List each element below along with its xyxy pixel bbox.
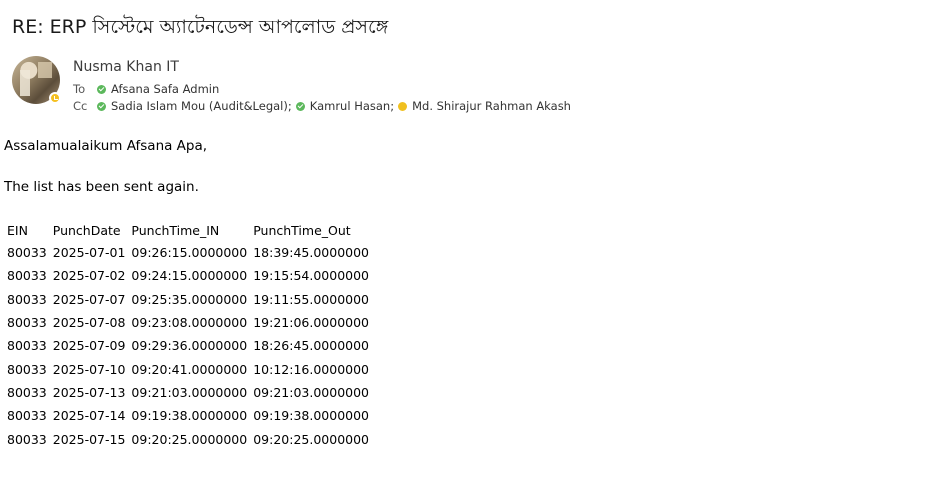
- table-cell: 09:24:15.0000000: [131, 268, 248, 284]
- table-cell: 80033: [7, 291, 47, 307]
- table-cell: 80033: [7, 268, 47, 284]
- cc-line: Cc Sadia Islam Mou (Audit&Legal); Kamrul…: [73, 99, 571, 113]
- away-status-icon: [398, 101, 408, 111]
- table-cell: 2025-07-09: [52, 338, 126, 354]
- table-cell: 18:39:45.0000000: [253, 245, 370, 261]
- table-row: 80033 2025-07-01 09:26:15.0000000 18:39:45.…: [4, 241, 372, 264]
- available-status-icon: [97, 101, 106, 111]
- table-cell: 2025-07-02: [52, 268, 126, 284]
- message-text: The list has been sent again.: [4, 179, 199, 195]
- table-cell: 80033: [7, 315, 47, 331]
- email-header: Nusma Khan IT To Afsana Safa Admin Cc Sa…: [12, 56, 712, 113]
- table-cell: 18:26:45.0000000: [253, 338, 370, 354]
- table-row: 80033 2025-07-02 09:24:15.0000000 19:15:54.…: [4, 264, 372, 287]
- table-cell: 2025-07-13: [52, 384, 126, 400]
- table-cell: 09:19:38.0000000: [253, 408, 370, 424]
- table-cell: 80033: [7, 245, 47, 261]
- table-row: 80033 2025-07-10 09:20:41.0000000 10:12:16.…: [4, 357, 372, 380]
- table-body: 80033 2025-07-01 09:26:15.0000000 18:39:45.…: [4, 241, 372, 451]
- table-cell: 09:19:38.0000000: [131, 408, 248, 424]
- table-cell: 09:20:25.0000000: [131, 431, 248, 447]
- table-cell: 2025-07-07: [52, 291, 126, 307]
- column-header: PunchDate: [52, 222, 121, 238]
- to-line: To Afsana Safa Admin: [73, 82, 219, 96]
- table-row: 80033 2025-07-09 09:29:36.0000000 18:26:45.…: [4, 334, 372, 357]
- table-cell: 09:26:15.0000000: [131, 245, 248, 261]
- table-cell: 09:29:36.0000000: [131, 338, 248, 354]
- table-cell: 09:21:03.0000000: [253, 384, 370, 400]
- table-cell: 2025-07-10: [52, 361, 126, 377]
- table-row: 80033 2025-07-13 09:21:03.0000000 09:21:03.…: [4, 381, 372, 404]
- column-header: PunchTime_IN: [131, 222, 220, 238]
- table-cell: 19:21:06.0000000: [253, 315, 370, 331]
- table-cell: 19:15:54.0000000: [253, 268, 370, 284]
- table-cell: 19:11:55.0000000: [253, 291, 370, 307]
- table-cell: 10:12:16.0000000: [253, 361, 370, 377]
- table-cell: 80033: [7, 338, 47, 354]
- table-row: 80033 2025-07-07 09:25:35.0000000 19:11:55.…: [4, 288, 372, 311]
- table-row: 80033 2025-07-08 09:23:08.0000000 19:21:06.…: [4, 311, 372, 334]
- sender-name[interactable]: Nusma Khan IT: [73, 59, 179, 75]
- recipient-cc-1[interactable]: Kamrul Hasan: [310, 99, 390, 113]
- available-status-icon: [97, 84, 106, 94]
- table-cell: 80033: [7, 384, 47, 400]
- sender-away-status-icon: [49, 92, 61, 104]
- table-cell: 80033: [7, 361, 47, 377]
- table-cell: 2025-07-14: [52, 408, 126, 424]
- recipient-to-0[interactable]: Afsana Safa Admin: [111, 82, 219, 96]
- table-cell: 09:21:03.0000000: [131, 384, 248, 400]
- table-cell: 09:20:25.0000000: [253, 431, 370, 447]
- table-cell: 09:25:35.0000000: [131, 291, 248, 307]
- column-header: PunchTime_Out: [253, 222, 351, 238]
- table-cell: 80033: [7, 408, 47, 424]
- recipient-cc-2[interactable]: Md. Shirajur Rahman Akash: [412, 99, 571, 113]
- table-cell: 2025-07-15: [52, 431, 126, 447]
- table-cell: 80033: [7, 431, 47, 447]
- table-cell: 09:20:41.0000000: [131, 361, 248, 377]
- table-row: 80033 2025-07-14 09:19:38.0000000 09:19:38.…: [4, 404, 372, 427]
- table-header-row: EIN PunchDate PunchTime_IN PunchTime_Out: [4, 219, 372, 241]
- recipient-cc-0[interactable]: Sadia Islam Mou (Audit&Legal): [111, 99, 288, 113]
- table-cell: 2025-07-08: [52, 315, 126, 331]
- to-label: To: [73, 82, 86, 96]
- greeting-text: Assalamualaikum Afsana Apa,: [4, 138, 208, 154]
- table-row: 80033 2025-07-15 09:20:25.0000000 09:20:25.…: [4, 427, 372, 450]
- table-cell: 09:23:08.0000000: [131, 315, 248, 331]
- table-cell: 2025-07-01: [52, 245, 126, 261]
- available-status-icon: [295, 101, 305, 111]
- column-header: EIN: [7, 222, 28, 238]
- email-subject: RE: ERP সিস্টেমে অ্যাটেনডেন্স আপলোড প্রস…: [12, 16, 389, 38]
- cc-label: Cc: [73, 99, 88, 113]
- punch-table: EIN PunchDate PunchTime_IN PunchTime_Out…: [4, 219, 372, 451]
